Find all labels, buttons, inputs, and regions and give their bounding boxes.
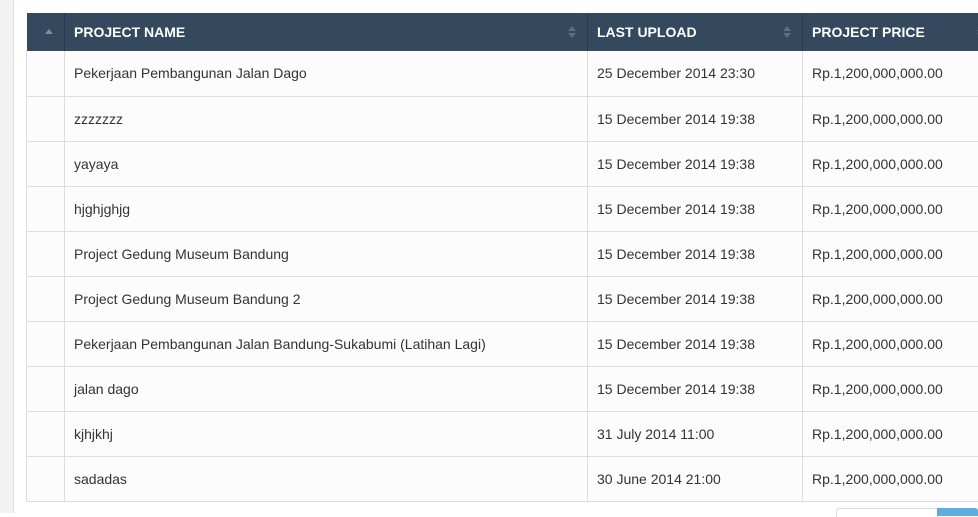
last-upload-cell: 31 July 2014 11:00 bbox=[588, 411, 803, 456]
project-name-cell[interactable]: Project Gedung Museum Bandung bbox=[65, 231, 588, 276]
last-upload-cell: 15 December 2014 19:38 bbox=[588, 96, 803, 141]
table-row[interactable]: yayaya 15 December 2014 19:38 Rp.1,200,0… bbox=[27, 141, 978, 186]
table-body: Pekerjaan Pembangunan Jalan Dago 25 Dece… bbox=[27, 51, 978, 501]
page-left-edge bbox=[0, 0, 14, 513]
project-price-cell: Rp.1,200,000,000.00 bbox=[803, 276, 978, 321]
row-selector-cell[interactable] bbox=[27, 366, 65, 411]
row-selector-cell[interactable] bbox=[27, 186, 65, 231]
table-row[interactable]: sadadas 30 June 2014 21:00 Rp.1,200,000,… bbox=[27, 456, 978, 501]
project-price-cell: Rp.1,200,000,000.00 bbox=[803, 231, 978, 276]
sort-asc-icon bbox=[45, 28, 53, 42]
project-price-cell: Rp.1,200,000,000.00 bbox=[803, 51, 978, 96]
project-price-cell: Rp.1,200,000,000.00 bbox=[803, 411, 978, 456]
project-name-cell[interactable]: Pekerjaan Pembangunan Jalan Dago bbox=[65, 51, 588, 96]
last-upload-cell: 15 December 2014 19:38 bbox=[588, 366, 803, 411]
project-name-cell[interactable]: sadadas bbox=[65, 456, 588, 501]
project-price-cell: Rp.1,200,000,000.00 bbox=[803, 186, 978, 231]
project-price-cell: Rp.1,200,000,000.00 bbox=[803, 96, 978, 141]
sort-icon bbox=[783, 25, 791, 39]
column-header-label: PROJECT NAME bbox=[74, 24, 185, 40]
column-header-label: LAST UPLOAD bbox=[597, 24, 697, 40]
row-selector-cell[interactable] bbox=[27, 276, 65, 321]
sort-icon bbox=[568, 25, 576, 39]
pagination-button-active[interactable] bbox=[937, 508, 978, 516]
row-selector-cell[interactable] bbox=[27, 411, 65, 456]
project-price-cell: Rp.1,200,000,000.00 bbox=[803, 366, 978, 411]
project-price-cell: Rp.1,200,000,000.00 bbox=[803, 456, 978, 501]
column-header-last-upload[interactable]: LAST UPLOAD bbox=[588, 13, 803, 51]
last-upload-cell: 25 December 2014 23:30 bbox=[588, 51, 803, 96]
row-selector-cell[interactable] bbox=[27, 51, 65, 96]
last-upload-cell: 15 December 2014 19:38 bbox=[588, 186, 803, 231]
project-name-cell[interactable]: Project Gedung Museum Bandung 2 bbox=[65, 276, 588, 321]
project-name-cell[interactable]: zzzzzzz bbox=[65, 96, 588, 141]
table-row[interactable]: Pekerjaan Pembangunan Jalan Bandung-Suka… bbox=[27, 321, 978, 366]
projects-table-container: PROJECT NAME LAST UPLOAD PROJECT PRICE P… bbox=[26, 13, 978, 502]
table-row[interactable]: Pekerjaan Pembangunan Jalan Dago 25 Dece… bbox=[27, 51, 978, 96]
last-upload-cell: 15 December 2014 19:38 bbox=[588, 141, 803, 186]
project-name-cell[interactable]: kjhjkhj bbox=[65, 411, 588, 456]
row-selector-cell[interactable] bbox=[27, 456, 65, 501]
projects-table: PROJECT NAME LAST UPLOAD PROJECT PRICE P… bbox=[26, 13, 978, 502]
project-price-cell: Rp.1,200,000,000.00 bbox=[803, 141, 978, 186]
sort-column-header[interactable] bbox=[27, 13, 65, 51]
table-row[interactable]: Project Gedung Museum Bandung 15 Decembe… bbox=[27, 231, 978, 276]
last-upload-cell: 15 December 2014 19:38 bbox=[588, 231, 803, 276]
project-price-cell: Rp.1,200,000,000.00 bbox=[803, 321, 978, 366]
row-selector-cell[interactable] bbox=[27, 321, 65, 366]
table-row[interactable]: jalan dago 15 December 2014 19:38 Rp.1,2… bbox=[27, 366, 978, 411]
project-name-cell[interactable]: Pekerjaan Pembangunan Jalan Bandung-Suka… bbox=[65, 321, 588, 366]
table-header-row: PROJECT NAME LAST UPLOAD PROJECT PRICE bbox=[27, 13, 978, 51]
column-header-label: PROJECT PRICE bbox=[812, 24, 925, 40]
table-row[interactable]: zzzzzzz 15 December 2014 19:38 Rp.1,200,… bbox=[27, 96, 978, 141]
project-name-cell[interactable]: yayaya bbox=[65, 141, 588, 186]
row-selector-cell[interactable] bbox=[27, 231, 65, 276]
table-row[interactable]: Project Gedung Museum Bandung 2 15 Decem… bbox=[27, 276, 978, 321]
column-header-project-name[interactable]: PROJECT NAME bbox=[65, 13, 588, 51]
last-upload-cell: 15 December 2014 19:38 bbox=[588, 321, 803, 366]
project-name-cell[interactable]: jalan dago bbox=[65, 366, 588, 411]
last-upload-cell: 15 December 2014 19:38 bbox=[588, 276, 803, 321]
table-row[interactable]: kjhjkhj 31 July 2014 11:00 Rp.1,200,000,… bbox=[27, 411, 978, 456]
table-header: PROJECT NAME LAST UPLOAD PROJECT PRICE bbox=[27, 13, 978, 51]
table-row[interactable]: hjghjghjg 15 December 2014 19:38 Rp.1,20… bbox=[27, 186, 978, 231]
row-selector-cell[interactable] bbox=[27, 141, 65, 186]
column-header-project-price[interactable]: PROJECT PRICE bbox=[803, 13, 978, 51]
project-name-cell[interactable]: hjghjghjg bbox=[65, 186, 588, 231]
row-selector-cell[interactable] bbox=[27, 96, 65, 141]
last-upload-cell: 30 June 2014 21:00 bbox=[588, 456, 803, 501]
